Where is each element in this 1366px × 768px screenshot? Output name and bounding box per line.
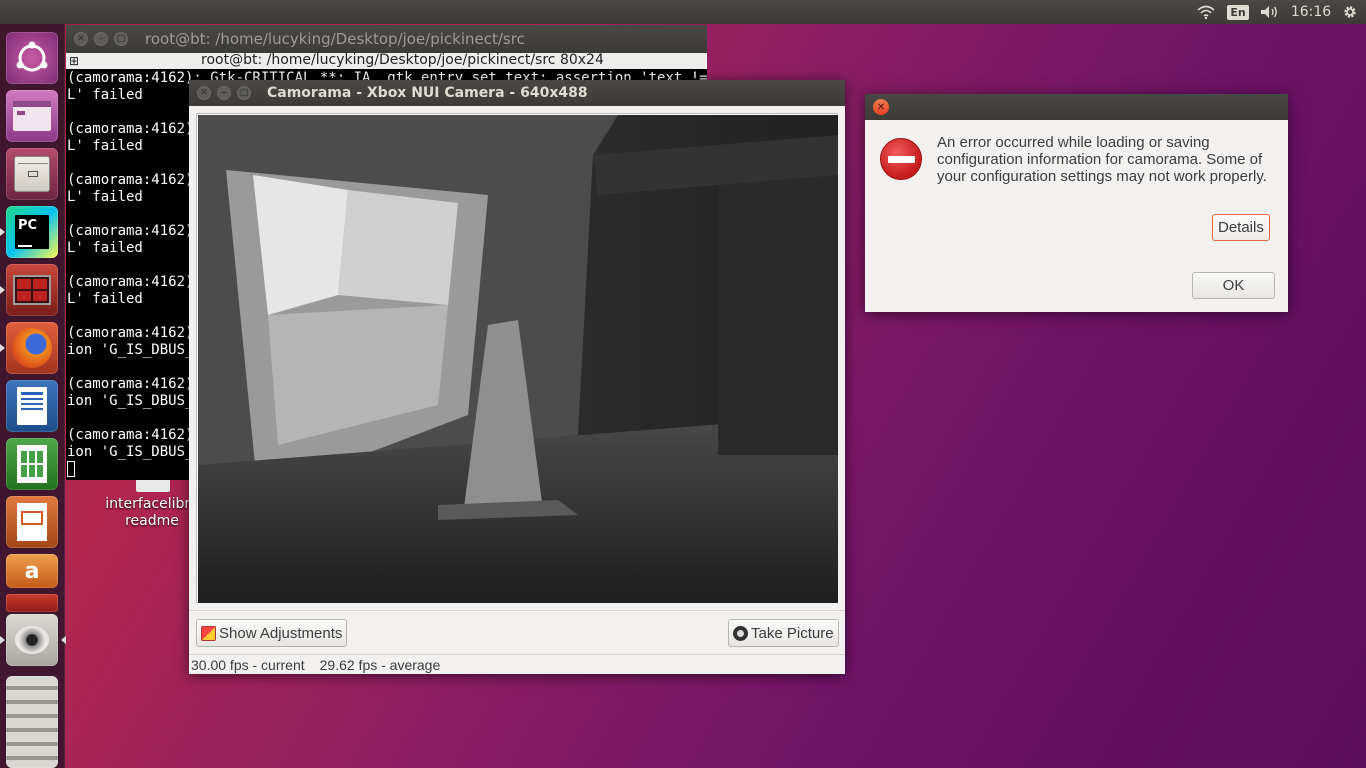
wifi-icon[interactable] <box>1195 0 1217 24</box>
libreoffice-writer-icon[interactable] <box>6 380 58 432</box>
camorama-status-bar: 30.00 fps - current 29.62 fps - average <box>189 654 845 674</box>
ok-button[interactable]: OK <box>1192 272 1275 299</box>
show-adjustments-label: Show Adjustments <box>219 624 343 642</box>
close-icon[interactable]: ✕ <box>873 99 889 115</box>
file-manager-icon[interactable] <box>6 148 58 200</box>
camera-icon <box>733 625 748 641</box>
error-message: An error occurred while loading or savin… <box>937 134 1267 185</box>
active-pip <box>61 636 66 644</box>
maximize-icon[interactable]: □ <box>114 32 128 46</box>
top-panel: En 16:16 <box>0 0 1366 24</box>
system-monitor-icon[interactable] <box>0 264 58 316</box>
keyboard-language-indicator[interactable]: En <box>1227 0 1249 24</box>
pycharm-icon[interactable]: PC <box>0 206 58 258</box>
details-button[interactable]: Details <box>1212 214 1270 241</box>
system-gear-icon[interactable] <box>1340 0 1360 24</box>
webcam-icon[interactable] <box>0 614 66 666</box>
fps-current: 30.00 fps - current <box>191 656 305 673</box>
camera-feed-image <box>198 115 838 603</box>
terminal-menubar: ⊞ root@bt: /home/lucyking/Desktop/joe/pi… <box>66 52 707 69</box>
firefox-icon[interactable] <box>0 322 58 374</box>
libreoffice-calc-icon[interactable] <box>6 438 58 490</box>
minimize-icon[interactable]: – <box>217 86 231 100</box>
libreoffice-impress-icon[interactable] <box>6 496 58 548</box>
camorama-window-title: Camorama - Xbox NUI Camera - 640x488 <box>267 85 588 101</box>
error-dialog-titlebar[interactable]: ✕ <box>865 94 1288 120</box>
fps-average: 29.62 fps - average <box>319 656 441 673</box>
show-adjustments-button[interactable]: Show Adjustments <box>196 619 348 647</box>
error-icon <box>880 138 922 180</box>
close-icon[interactable]: ✕ <box>74 32 88 46</box>
ubuntu-dash-icon[interactable] <box>6 32 58 84</box>
amazon-icon[interactable]: a <box>6 554 58 588</box>
running-pip <box>0 636 5 644</box>
adjustments-icon <box>201 625 216 641</box>
camorama-window[interactable]: ✕ – □ Camorama - Xbox NUI Camera - 640x4… <box>189 80 845 674</box>
camorama-titlebar[interactable]: ✕ – □ Camorama - Xbox NUI Camera - 640x4… <box>189 80 845 106</box>
volume-icon[interactable] <box>1259 0 1281 24</box>
close-icon[interactable]: ✕ <box>197 86 211 100</box>
terminal-size-title: root@bt: /home/lucyking/Desktop/joe/pick… <box>201 52 604 68</box>
take-picture-label: Take Picture <box>751 624 834 642</box>
camorama-button-bar: Show Adjustments Take Picture <box>189 610 845 654</box>
terminal-window-title: root@bt: /home/lucyking/Desktop/joe/pick… <box>145 30 525 48</box>
camera-view-frame <box>196 113 838 603</box>
window-icon[interactable] <box>6 90 58 142</box>
maximize-icon[interactable]: □ <box>237 86 251 100</box>
terminal-titlebar[interactable]: ✕ – □ root@bt: /home/lucyking/Desktop/jo… <box>66 25 707 53</box>
launcher: PC a <box>0 24 66 768</box>
desktop-file-icon[interactable] <box>136 478 170 492</box>
running-pip <box>0 228 5 236</box>
minimize-icon[interactable]: – <box>94 32 108 46</box>
app-stack-icon[interactable] <box>6 594 58 612</box>
trash-stack-icon[interactable] <box>6 676 58 768</box>
terminal-cursor <box>67 461 75 477</box>
language-label: En <box>1227 4 1249 20</box>
running-pip <box>0 344 5 352</box>
terminal-menu-icon[interactable]: ⊞ <box>69 54 79 68</box>
take-picture-button[interactable]: Take Picture <box>728 619 839 647</box>
clock[interactable]: 16:16 <box>1290 0 1332 24</box>
error-dialog[interactable]: ✕ An error occurred while loading or sav… <box>865 94 1288 312</box>
running-pip <box>0 286 5 294</box>
